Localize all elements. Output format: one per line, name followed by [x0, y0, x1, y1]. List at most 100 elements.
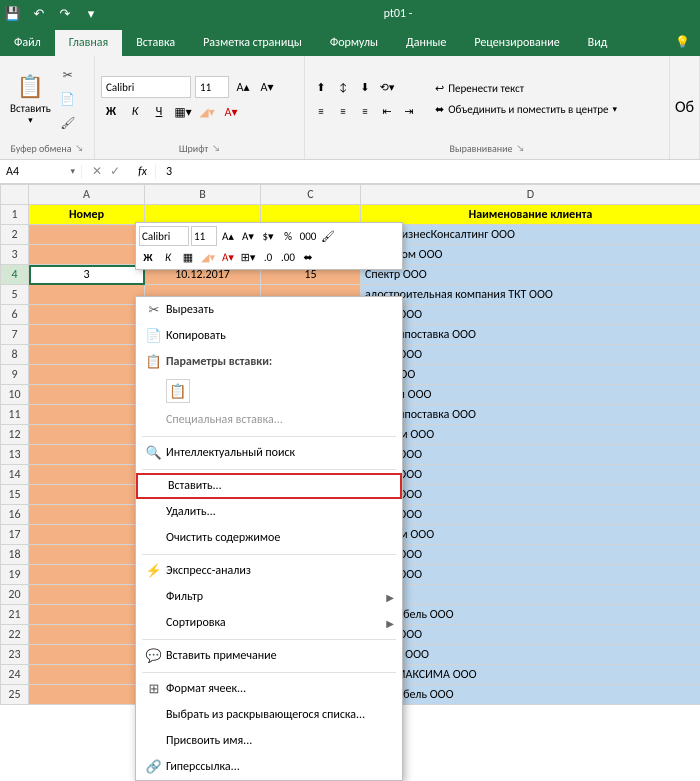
menu-sort[interactable]: Сортировка▶ [136, 610, 402, 636]
cell[interactable] [29, 525, 145, 545]
cell[interactable]: Номер [29, 205, 145, 225]
cell[interactable]: аломит ООО [361, 645, 700, 665]
row-header[interactable]: 21 [1, 605, 29, 625]
menu-filter[interactable]: Фильтр▶ [136, 584, 402, 610]
select-all-corner[interactable] [1, 185, 29, 205]
cell[interactable]: адостроительная компания ТКТ ООО [361, 285, 700, 305]
cell[interactable]: енада ООО [361, 625, 700, 645]
cell[interactable] [29, 685, 145, 705]
font-launcher-icon[interactable]: ↘ [212, 143, 220, 154]
underline-button[interactable]: Ч [149, 102, 169, 122]
tab-formulas[interactable]: Формулы [316, 30, 392, 56]
row-header[interactable]: 2 [1, 225, 29, 245]
row-header[interactable]: 6 [1, 305, 29, 325]
cell[interactable] [29, 365, 145, 385]
menu-insert[interactable]: Вставить... [136, 473, 402, 499]
row-header[interactable]: 25 [1, 685, 29, 705]
mini-borders2-icon[interactable]: ⊞▾ [239, 248, 257, 266]
mini-comma-icon[interactable]: 000 [299, 227, 317, 245]
row-header[interactable]: 15 [1, 485, 29, 505]
paste-button[interactable]: 📋 Вставить ▾ [6, 69, 55, 130]
orientation-icon[interactable]: ⟲▾ [377, 77, 397, 97]
grow-font-icon[interactable]: A▴ [233, 77, 253, 97]
cut-icon[interactable]: ✂ [59, 66, 77, 84]
paste-option-default-icon[interactable]: 📋 [166, 379, 190, 403]
fx-icon[interactable]: fx [130, 165, 156, 179]
row-header[interactable]: 8 [1, 345, 29, 365]
cell[interactable]: енада ООО [361, 305, 700, 325]
cell[interactable] [29, 665, 145, 685]
cell[interactable]: енада ООО [361, 485, 700, 505]
tab-pagelayout[interactable]: Разметка страницы [189, 30, 316, 56]
cell[interactable]: ецпромпоставка ООО [361, 405, 700, 425]
cell-selected[interactable]: 3 [29, 265, 145, 285]
cell[interactable] [29, 385, 145, 405]
cell[interactable] [29, 245, 145, 265]
align-bottom-icon[interactable]: ⬇ [355, 77, 375, 97]
cell[interactable] [29, 325, 145, 345]
cell[interactable]: екломебель ООО [361, 685, 700, 705]
cell[interactable]: ортТайм ООО [361, 425, 700, 445]
row-header[interactable]: 22 [1, 625, 29, 645]
cell[interactable] [29, 545, 145, 565]
cell[interactable] [29, 625, 145, 645]
cancel-icon[interactable]: ✕ [92, 164, 102, 179]
tab-file[interactable]: Файл [0, 30, 55, 56]
cell[interactable] [29, 565, 145, 585]
cell[interactable] [29, 405, 145, 425]
copy-icon[interactable]: 📄 [59, 90, 77, 108]
enter-icon[interactable]: ✓ [110, 164, 120, 179]
mini-bold-button[interactable]: Ж [139, 248, 157, 266]
align-top-icon[interactable]: ⬆ [311, 77, 331, 97]
cell[interactable]: елла ООО [361, 365, 700, 385]
menu-insert-comment[interactable]: 💬Вставить примечание [136, 643, 402, 669]
font-size-input[interactable] [195, 76, 229, 98]
row-header[interactable]: 18 [1, 545, 29, 565]
cell[interactable]: енада ООО [361, 505, 700, 525]
borders-button[interactable]: ▦▾ [173, 102, 193, 122]
mini-merge-icon[interactable]: ⬌ [299, 248, 317, 266]
cell[interactable] [29, 605, 145, 625]
align-middle-icon[interactable]: ↕ [333, 77, 353, 97]
tab-insert[interactable]: Вставка [122, 30, 189, 56]
save-icon[interactable]: 💾 [4, 5, 22, 23]
row-header[interactable]: 14 [1, 465, 29, 485]
shrink-font-icon[interactable]: A▾ [257, 77, 277, 97]
menu-quick-analysis[interactable]: ⚡Экспресс-анализ [136, 558, 402, 584]
undo-icon[interactable]: ↶ [30, 5, 48, 23]
tab-data[interactable]: Данные [392, 30, 460, 56]
menu-copy[interactable]: 📄Копировать [136, 323, 402, 349]
cell[interactable] [29, 285, 145, 305]
format-painter-icon[interactable]: 🖌 [59, 114, 77, 132]
cell[interactable]: ортТайм ООО [361, 525, 700, 545]
align-left-icon[interactable]: ≡ [311, 101, 331, 121]
menu-clear[interactable]: Очистить содержимое [136, 525, 402, 551]
mini-grow-font-icon[interactable]: A▴ [219, 227, 237, 245]
col-header-B[interactable]: B [145, 185, 261, 205]
redo-icon[interactable]: ↷ [56, 5, 74, 23]
tell-me-icon[interactable]: 💡 [665, 29, 700, 56]
menu-cut[interactable]: ✂Вырезать [136, 297, 402, 323]
row-header[interactable]: 1 [1, 205, 29, 225]
row-header[interactable]: 3 [1, 245, 29, 265]
tab-view[interactable]: Вид [574, 30, 622, 56]
menu-format-cells[interactable]: ⊞Формат ячеек... [136, 676, 402, 702]
font-color-button[interactable]: A▾ [221, 102, 241, 122]
mini-fill-color-icon[interactable]: ◢▾ [199, 248, 217, 266]
row-header[interactable]: 23 [1, 645, 29, 665]
name-box-dropdown-icon[interactable]: ▾ [70, 166, 75, 177]
menu-pick-from-list[interactable]: Выбрать из раскрывающегося списка... [136, 702, 402, 728]
align-center-icon[interactable]: ≡ [333, 101, 353, 121]
mini-font-size[interactable] [191, 226, 217, 246]
mini-font-name[interactable] [139, 226, 189, 246]
row-header[interactable]: 20 [1, 585, 29, 605]
row-header[interactable]: 24 [1, 665, 29, 685]
align-right-icon[interactable]: ≡ [355, 101, 375, 121]
menu-delete[interactable]: Удалить... [136, 499, 402, 525]
cell[interactable]: енада ООО [361, 545, 700, 565]
cell[interactable]: Спектр ООО [361, 265, 700, 285]
cell[interactable]: енада ООО [361, 445, 700, 465]
cell[interactable]: СтройБизнесКонсалтинг ООО [361, 225, 700, 245]
mini-borders-icon[interactable]: ▦ [179, 248, 197, 266]
cell[interactable] [29, 425, 145, 445]
